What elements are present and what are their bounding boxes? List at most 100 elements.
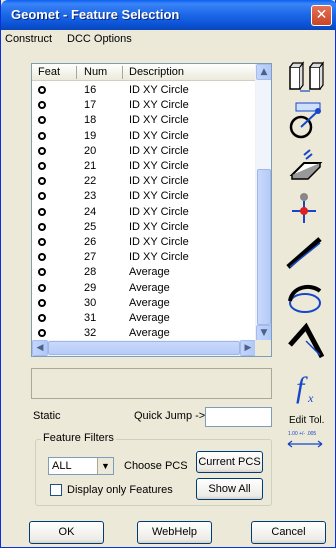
feature-num: 17 (84, 99, 97, 112)
feature-radio-icon[interactable] (38, 283, 46, 292)
feature-description: ID XY Circle (129, 236, 189, 248)
feature-radio-icon[interactable] (38, 268, 46, 277)
feature-description: Average (129, 281, 170, 294)
feature-description: ID XY Circle (129, 220, 189, 233)
pcs-select[interactable]: ALL ▼ (48, 457, 114, 475)
plane-icon[interactable] (286, 145, 324, 185)
feature-radio-icon[interactable] (38, 177, 46, 186)
feature-radio-icon[interactable] (38, 162, 46, 170)
table-row[interactable]: 28 Average (32, 265, 256, 280)
edit-tol-label: Edit Tol. (289, 415, 325, 426)
feature-description: ID XY Circle (129, 205, 189, 218)
feature-toolbar: f x Edit Tol. 1.00 +/- .005 (282, 55, 328, 455)
table-row[interactable]: 23 ID XY Circle (32, 189, 256, 204)
scroll-up-button[interactable]: ▲ (256, 64, 271, 80)
show-all-button[interactable]: Show All (196, 478, 263, 500)
table-row[interactable]: 32 Average (32, 326, 256, 341)
distance-icon[interactable] (286, 57, 325, 97)
feature-radio-icon[interactable] (38, 146, 46, 155)
horizontal-scrollbar[interactable]: ◀ ▶ (32, 340, 256, 356)
vertical-scrollbar[interactable]: ▲ ▼ (255, 64, 271, 341)
quick-jump-input[interactable] (205, 407, 272, 427)
table-row[interactable]: 24 ID XY Circle (32, 205, 256, 220)
table-row[interactable]: 20 ID XY Circle (32, 144, 256, 159)
feature-description: Average (129, 327, 170, 340)
table-row[interactable]: 29 Average (32, 281, 256, 296)
feature-description: ID XY Circle (129, 144, 189, 157)
feature-description: ID XY Circle (129, 99, 189, 112)
point-icon[interactable] (286, 189, 324, 229)
table-row[interactable]: 21 ID XY Circle (32, 159, 256, 174)
feature-radio-icon[interactable] (38, 101, 46, 110)
table-row[interactable]: 30 Average (32, 296, 256, 311)
feature-description: Average (129, 312, 170, 324)
column-header-description[interactable]: Description (129, 66, 184, 78)
current-pcs-button[interactable]: Current PCS (196, 451, 263, 473)
feature-num: 29 (84, 281, 97, 294)
edit-tol-value: 1.00 +/- .005 (288, 431, 317, 437)
feature-radio-icon[interactable] (38, 253, 46, 262)
menu-dcc-options[interactable]: DCC Options (67, 33, 132, 45)
menu-construct[interactable]: Construct (5, 33, 52, 45)
line-icon[interactable] (286, 233, 324, 273)
formula-icon[interactable]: f x (286, 367, 324, 407)
feature-description: Average (129, 266, 170, 279)
circle-probe-icon[interactable] (286, 101, 324, 141)
display-only-features-checkbox[interactable] (50, 484, 62, 496)
scroll-right-button[interactable]: ▶ (240, 340, 256, 356)
table-row[interactable]: 25 ID XY Circle (32, 220, 256, 235)
feature-radio-icon[interactable] (38, 298, 46, 307)
feature-num: 20 (84, 144, 97, 157)
feature-num: 25 (84, 220, 97, 233)
feature-list[interactable]: Feat Num Description 16 ID XY Circle 17 ID … (31, 63, 272, 357)
table-row[interactable]: 26 ID XY Circle (32, 235, 256, 250)
feature-description: ID XY Circle (129, 114, 189, 127)
feature-info-panel (31, 368, 272, 399)
title-bar[interactable]: Geomet - Feature Selection ✕ (1, 0, 336, 30)
vertical-scroll-thumb[interactable] (257, 169, 271, 325)
table-row[interactable]: 31 Average (32, 311, 256, 326)
feature-radio-icon[interactable] (38, 192, 46, 201)
feature-radio-icon[interactable] (38, 238, 46, 246)
feature-radio-icon[interactable] (38, 314, 46, 322)
scroll-down-button[interactable]: ▼ (256, 325, 271, 341)
webhelp-button[interactable]: WebHelp (137, 521, 212, 544)
close-button[interactable]: ✕ (311, 5, 332, 26)
table-row[interactable]: 27 ID XY Circle (32, 250, 256, 265)
feature-radio-icon[interactable] (38, 116, 46, 125)
feature-num: 23 (84, 190, 97, 203)
feature-description: Average (129, 296, 170, 309)
feature-radio-icon[interactable] (38, 207, 46, 216)
choose-pcs-label: Choose PCS (124, 460, 188, 472)
quick-jump-label: Quick Jump -> (134, 410, 206, 422)
feature-radio-icon[interactable] (38, 86, 46, 94)
feature-num: 30 (84, 296, 97, 309)
feature-radio-icon[interactable] (38, 329, 46, 338)
feature-radio-icon[interactable] (38, 222, 46, 231)
column-header-num[interactable]: Num (84, 66, 107, 78)
table-row[interactable]: 19 ID XY Circle (32, 129, 256, 144)
window-title: Geomet - Feature Selection (11, 7, 180, 22)
dropdown-arrow-icon[interactable]: ▼ (97, 458, 113, 474)
horizontal-scroll-thumb[interactable] (48, 341, 240, 355)
ok-button[interactable]: OK (29, 521, 104, 544)
column-header-feat[interactable]: Feat (38, 66, 60, 78)
circle-icon[interactable] (286, 277, 324, 317)
display-only-features-label: Display only Features (67, 484, 173, 496)
feature-filters-title: Feature Filters (41, 432, 116, 444)
cancel-button[interactable]: Cancel (251, 521, 326, 544)
edit-tolerance-icon[interactable]: Edit Tol. 1.00 +/- .005 (286, 411, 324, 455)
static-label: Static (33, 410, 61, 422)
table-row[interactable]: 16 ID XY Circle (32, 83, 256, 98)
feature-description: ID XY Circle (129, 251, 189, 264)
feature-num: 26 (84, 236, 97, 248)
table-row[interactable]: 22 ID XY Circle (32, 174, 256, 189)
scroll-left-button[interactable]: ◀ (32, 340, 48, 356)
feature-description: ID XY Circle (129, 84, 189, 96)
angle-icon[interactable] (286, 321, 325, 361)
table-row[interactable]: 17 ID XY Circle (32, 98, 256, 113)
feature-radio-icon[interactable] (38, 131, 46, 140)
table-row[interactable]: 18 ID XY Circle (32, 113, 256, 128)
feature-num: 16 (84, 84, 97, 96)
pcs-select-value: ALL (52, 460, 72, 472)
